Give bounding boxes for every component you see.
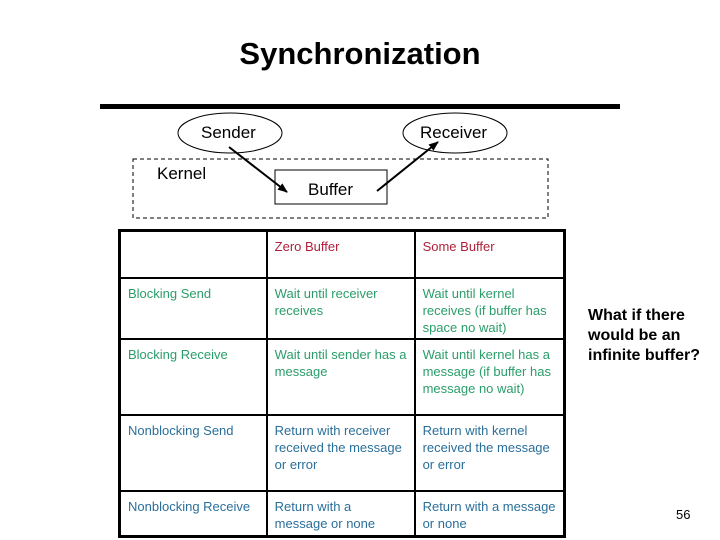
receive-arrow (376, 141, 439, 192)
zero-buffer-cell: Return with a message or none (265, 489, 416, 538)
some-buffer-cell: Return with a message or none (413, 489, 566, 538)
zero-buffer-cell: Wait until sender has a message (265, 337, 416, 416)
table-row: Blocking Send Wait until receiver receiv… (118, 276, 566, 340)
zero-buffer-cell: Wait until receiver receives (265, 276, 416, 340)
table-row: Nonblocking Receive Return with a messag… (118, 489, 566, 538)
zero-buffer-cell: Return with receiver received the messag… (265, 413, 416, 492)
kernel-label: Kernel (157, 164, 207, 183)
some-buffer-cell: Return with kernel received the message … (413, 413, 566, 492)
sync-diagram (132, 112, 549, 219)
header-cell-some-buffer: Some Buffer (413, 229, 566, 279)
infinite-buffer-question: What if there would be an infinite buffe… (588, 307, 700, 364)
table-header-row: Zero Buffer Some Buffer (118, 229, 566, 279)
table-row: Blocking Receive Wait until sender has a… (118, 337, 566, 416)
header-cell-empty (118, 229, 268, 279)
receiver-label: Receiver (420, 123, 488, 142)
header-cell-zero-buffer: Zero Buffer (265, 229, 416, 279)
row-label: Nonblocking Send (118, 413, 268, 492)
sender-label: Sender (201, 123, 256, 142)
table-row: Nonblocking Send Return with receiver re… (118, 413, 566, 492)
buffer-label: Buffer (308, 180, 354, 199)
some-buffer-cell: Wait until kernel receives (if buffer ha… (413, 276, 566, 340)
page-number: 56 (676, 507, 691, 522)
row-label: Blocking Send (118, 276, 268, 340)
some-buffer-cell: Wait until kernel has a message (if buff… (413, 337, 566, 416)
row-label: Blocking Receive (118, 337, 268, 416)
sync-table: Zero Buffer Some Buffer Blocking Send Wa… (118, 229, 566, 538)
row-label: Nonblocking Receive (118, 489, 268, 538)
